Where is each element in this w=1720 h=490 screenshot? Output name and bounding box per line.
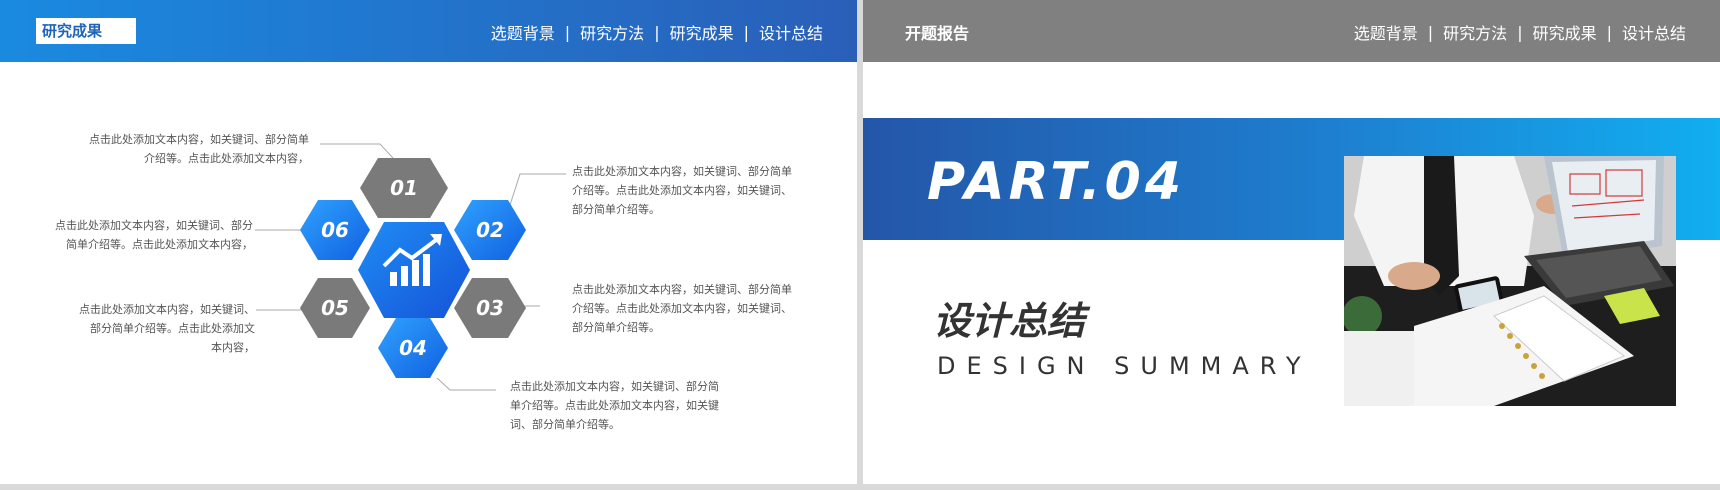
nav-separator: | xyxy=(1517,22,1523,42)
section-title-en: DESIGN SUMMARY xyxy=(937,352,1312,380)
callout-02-line-1: 点击此处添加文本内容，如关键词、部分简单 xyxy=(572,165,792,178)
callout-04[interactable]: 点击此处添加文本内容，如关键词、部分简 单介绍等。点击此处添加文本内容，如关键 … xyxy=(510,377,719,434)
hexagon-label-05: 05 xyxy=(321,296,349,320)
callout-05-line-2: 部分简单介绍等。点击此处添加文 xyxy=(90,322,255,335)
hexagon-label-01: 01 xyxy=(390,176,418,200)
hexagon-label-06: 06 xyxy=(321,218,349,242)
callout-05[interactable]: 点击此处添加文本内容，如关键词、 部分简单介绍等。点击此处添加文 本内容， xyxy=(79,300,255,357)
callout-05-line-1: 点击此处添加文本内容，如关键词、 xyxy=(79,303,255,316)
office-desk-laptop-photo xyxy=(1344,156,1676,406)
callout-01[interactable]: 点击此处添加文本内容，如关键词、部分简单 介绍等。点击此处添加文本内容， xyxy=(89,130,309,168)
callout-02-line-2: 介绍等。点击此处添加文本内容，如关键词、 xyxy=(572,184,792,197)
nav-item-results[interactable]: 研究成果 xyxy=(1533,20,1597,44)
report-title: 开题报告 xyxy=(905,24,970,43)
nav-item-summary[interactable]: 设计总结 xyxy=(1622,20,1686,44)
callout-03[interactable]: 点击此处添加文本内容，如关键词、部分简单 介绍等。点击此处添加文本内容，如关键词… xyxy=(572,280,792,337)
nav-separator: | xyxy=(1606,22,1612,42)
callout-05-line-3: 本内容， xyxy=(211,341,255,354)
hexagon-label-04: 04 xyxy=(399,336,427,360)
nav-separator: | xyxy=(1427,22,1434,42)
top-nav: 选题背景 | 研究方法 | 研究成果 | 设计总结 xyxy=(1354,20,1686,44)
nav-item-background[interactable]: 选题背景 xyxy=(1354,20,1418,44)
callout-03-line-3: 部分简单介绍等。 xyxy=(572,321,660,334)
callout-03-line-1: 点击此处添加文本内容，如关键词、部分简单 xyxy=(572,283,792,296)
slide-research-results: 研究成果 选题背景 | 研究方法 | 研究成果 | 设计总结 01 02 03 … xyxy=(0,0,857,484)
callout-02[interactable]: 点击此处添加文本内容，如关键词、部分简单 介绍等。点击此处添加文本内容，如关键词… xyxy=(572,162,792,219)
hexagon-label-03: 03 xyxy=(476,296,504,320)
callout-03-line-2: 介绍等。点击此处添加文本内容，如关键词、 xyxy=(572,302,792,315)
callout-02-line-3: 部分简单介绍等。 xyxy=(572,203,660,216)
section-title-cn: 设计总结 xyxy=(933,299,1086,343)
callout-04-line-3: 词、部分简单介绍等。 xyxy=(510,418,620,431)
nav-item-methods[interactable]: 研究方法 xyxy=(1443,20,1507,44)
callout-01-line-2: 介绍等。点击此处添加文本内容， xyxy=(144,152,309,165)
header-bar: 开题报告 选题背景 | 研究方法 | 研究成果 | 设计总结 xyxy=(863,0,1720,62)
callout-06[interactable]: 点击此处添加文本内容，如关键词、部分 简单介绍等。点击此处添加文本内容， xyxy=(55,216,253,254)
part-number: PART.04 xyxy=(927,152,1186,212)
callout-06-line-1: 点击此处添加文本内容，如关键词、部分 xyxy=(55,219,253,232)
callout-04-line-1: 点击此处添加文本内容，如关键词、部分简 xyxy=(510,380,719,393)
slide-design-summary: 开题报告 选题背景 | 研究方法 | 研究成果 | 设计总结 PART.04 设… xyxy=(863,0,1720,484)
callout-06-line-2: 简单介绍等。点击此处添加文本内容， xyxy=(66,238,253,251)
callout-01-line-1: 点击此处添加文本内容，如关键词、部分简单 xyxy=(89,133,309,146)
hexagon-label-02: 02 xyxy=(476,218,504,242)
callout-04-line-2: 单介绍等。点击此处添加文本内容，如关键 xyxy=(510,399,719,412)
